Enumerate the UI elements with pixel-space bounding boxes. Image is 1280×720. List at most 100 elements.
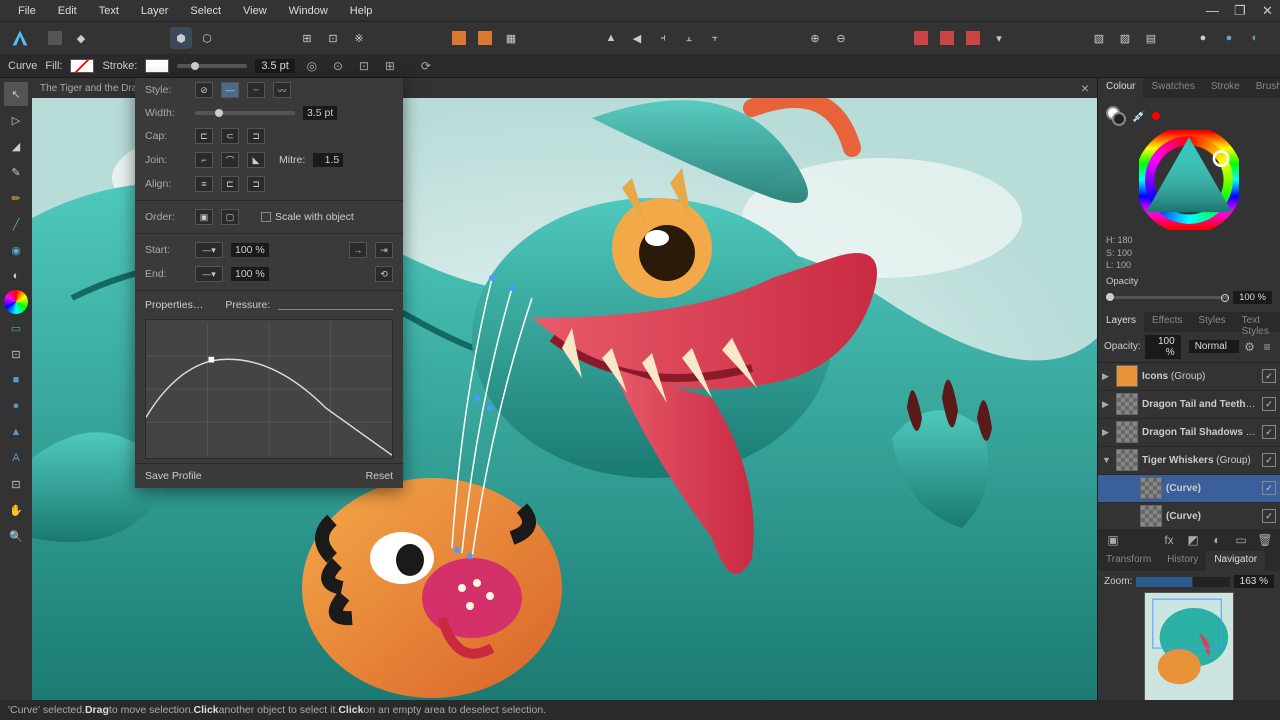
layer-blend-select[interactable]: Normal xyxy=(1189,340,1239,353)
style-brush-icon[interactable]: 〰 xyxy=(273,82,291,98)
eyedropper-icon[interactable]: 💉 xyxy=(1132,110,1146,123)
persona-designer-icon[interactable] xyxy=(44,27,66,49)
arrange-back-icon[interactable] xyxy=(474,27,496,49)
scale-checkbox[interactable]: Scale with object xyxy=(261,211,354,223)
insert-2-icon[interactable] xyxy=(936,27,958,49)
zoom-value[interactable]: 163 % xyxy=(1234,575,1274,588)
layer-row[interactable]: ▶ Icons (Group) ✓ xyxy=(1098,363,1280,391)
join-bevel-icon[interactable]: ◣ xyxy=(247,152,265,168)
window-maximize-icon[interactable]: ❐ xyxy=(1224,0,1244,22)
document-close-icon[interactable]: × xyxy=(1081,80,1089,96)
layer-opacity-field[interactable]: 100 % xyxy=(1145,335,1181,359)
tab-colour[interactable]: Colour xyxy=(1098,78,1143,98)
navigator-thumb[interactable] xyxy=(1144,592,1234,712)
style-none-icon[interactable]: ⊘ xyxy=(195,82,213,98)
menu-window[interactable]: Window xyxy=(279,2,338,20)
crop-tool-icon[interactable]: ⊡ xyxy=(4,342,28,366)
ctx-icon-3[interactable]: ⊡ xyxy=(355,57,373,75)
insert-1-icon[interactable] xyxy=(910,27,932,49)
window-close-icon[interactable]: ✕ xyxy=(1252,0,1272,22)
insert-4-icon[interactable]: ▾ xyxy=(988,27,1010,49)
layer-group-icon[interactable]: ▭ xyxy=(1232,531,1250,549)
layer-row[interactable]: (Curve) ✓ xyxy=(1098,475,1280,503)
layer-row[interactable]: ▶ Dragon Tail Shadows (Gr… ✓ xyxy=(1098,419,1280,447)
ctx-icon-4[interactable]: ⊞ xyxy=(381,57,399,75)
align-r-icon[interactable]: ⫟ xyxy=(704,27,726,49)
layer-lock-icon[interactable]: ⚙ xyxy=(1243,338,1257,356)
cap-round-icon[interactable]: ⊂ xyxy=(221,128,239,144)
tab-swatches[interactable]: Swatches xyxy=(1143,78,1202,98)
tab-brushes[interactable]: Brushes xyxy=(1248,78,1280,98)
menu-layer[interactable]: Layer xyxy=(131,2,179,20)
shape-rect-icon[interactable]: ■ xyxy=(4,368,28,392)
start-arrow-select[interactable]: —▾ xyxy=(195,242,223,258)
layer-add-icon[interactable]: ▣ xyxy=(1104,531,1122,549)
arrange-front-icon[interactable] xyxy=(448,27,470,49)
end-arrow-select[interactable]: —▾ xyxy=(195,266,223,282)
align-outside-icon[interactable]: ⊐ xyxy=(247,176,265,192)
layer-menu-icon[interactable]: ≡ xyxy=(1260,338,1274,356)
ctx-icon-2[interactable]: ⊙ xyxy=(329,57,347,75)
shape-ellipse-icon[interactable]: ● xyxy=(4,394,28,418)
sp-mitre-field[interactable]: 1.5 xyxy=(313,153,343,167)
pressure-preview[interactable] xyxy=(278,300,393,310)
insert-3-icon[interactable] xyxy=(962,27,984,49)
asset-1-icon[interactable]: ▧ xyxy=(1088,27,1110,49)
layer-row[interactable]: ▶ Dragon Tail and Teeth Shi… ✓ xyxy=(1098,391,1280,419)
persona-pixel-icon[interactable]: ◆ xyxy=(70,27,92,49)
start-place-1-icon[interactable]: → xyxy=(349,242,367,258)
snap-icon[interactable]: ⊞ xyxy=(296,27,318,49)
tab-stroke[interactable]: Stroke xyxy=(1203,78,1248,98)
tab-styles[interactable]: Styles xyxy=(1190,312,1233,332)
colour-wheel[interactable] xyxy=(1139,130,1239,230)
pressure-graph[interactable] xyxy=(145,319,393,459)
layer-delete-icon[interactable]: 🗑 xyxy=(1256,531,1274,549)
layer-expand-icon[interactable]: ▶ xyxy=(1102,399,1112,410)
layer-visibility-checkbox[interactable]: ✓ xyxy=(1262,453,1276,467)
zoom-tool-icon[interactable]: 🔍 xyxy=(4,524,28,548)
tab-textstyles[interactable]: Text Styles xyxy=(1234,312,1280,332)
tab-effects[interactable]: Effects xyxy=(1144,312,1190,332)
fill-swatch[interactable] xyxy=(70,59,94,73)
arrange-3-icon[interactable]: ▦ xyxy=(500,27,522,49)
text-tool-icon[interactable]: A xyxy=(4,446,28,470)
pencil-tool-icon[interactable]: ✏ xyxy=(4,186,28,210)
cap-square-icon[interactable]: ⊐ xyxy=(247,128,265,144)
pan-tool-icon[interactable]: ✋ xyxy=(4,498,28,522)
opacity-value[interactable]: 100 % xyxy=(1233,291,1272,304)
reset-button[interactable]: Reset xyxy=(366,470,393,482)
flip-h-icon[interactable]: ▲ xyxy=(600,27,622,49)
ctx-icon-1[interactable]: ◎ xyxy=(303,57,321,75)
move-tool-icon[interactable]: ↖ xyxy=(4,82,28,106)
layer-fx-icon[interactable]: fx xyxy=(1160,531,1178,549)
asset-2-icon[interactable]: ▨ xyxy=(1114,27,1136,49)
layer-visibility-checkbox[interactable]: ✓ xyxy=(1262,481,1276,495)
boolean-add-icon[interactable]: ⊕ xyxy=(804,27,826,49)
brush-tool-icon[interactable]: ╱ xyxy=(4,212,28,236)
style-solid-icon[interactable]: — xyxy=(221,82,239,98)
tab-navigator[interactable]: Navigator xyxy=(1206,551,1265,571)
toolbar-btn-2[interactable]: ⬡ xyxy=(196,27,218,49)
menu-select[interactable]: Select xyxy=(180,2,231,20)
opacity-slider[interactable] xyxy=(1106,296,1229,299)
layer-visibility-checkbox[interactable]: ✓ xyxy=(1262,509,1276,523)
layer-expand-icon[interactable]: ▶ xyxy=(1102,427,1112,438)
snap-3-icon[interactable]: ※ xyxy=(348,27,370,49)
menu-text[interactable]: Text xyxy=(89,2,129,20)
shape-tri-icon[interactable]: ▲ xyxy=(4,420,28,444)
layer-expand-icon[interactable]: ▼ xyxy=(1102,455,1112,465)
sp-width-slider[interactable] xyxy=(195,111,295,115)
view-mode-3-icon[interactable]: ◐ xyxy=(1244,27,1266,49)
corner-tool-icon[interactable]: ◢ xyxy=(4,134,28,158)
properties-button[interactable]: Properties… xyxy=(145,299,203,311)
start-pct-field[interactable]: 100 % xyxy=(231,243,269,257)
menu-help[interactable]: Help xyxy=(340,2,383,20)
join-round-icon[interactable]: ⌒ xyxy=(221,152,239,168)
node-tool-icon[interactable]: ▷ xyxy=(4,108,28,132)
menu-edit[interactable]: Edit xyxy=(48,2,87,20)
sp-width-field[interactable]: 3.5 pt xyxy=(303,106,337,120)
toolbar-btn-1[interactable]: ⬢ xyxy=(170,27,192,49)
cap-butt-icon[interactable]: ⊏ xyxy=(195,128,213,144)
menu-file[interactable]: File xyxy=(8,2,46,20)
stroke-width-field[interactable]: 3.5 pt xyxy=(255,59,295,73)
